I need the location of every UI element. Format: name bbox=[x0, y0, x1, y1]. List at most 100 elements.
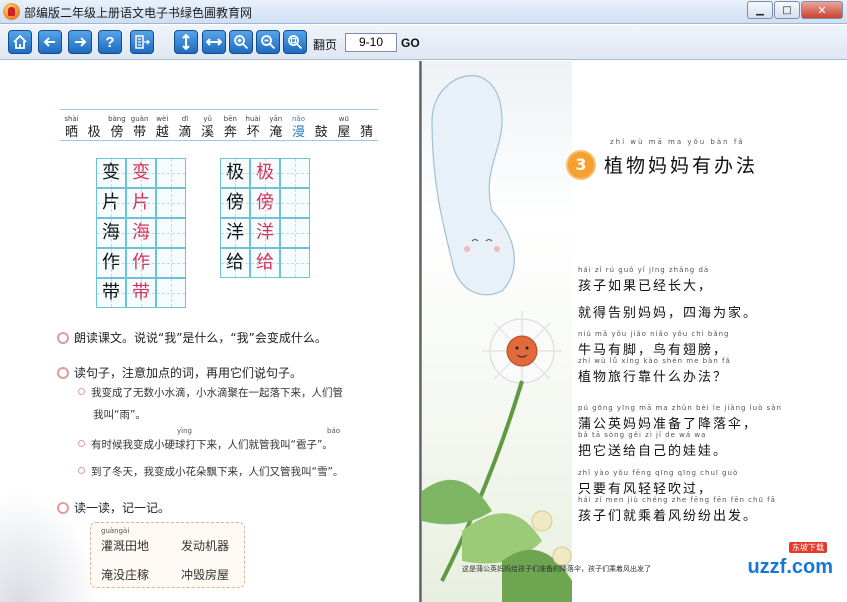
minimize-button[interactable]: ▁ bbox=[747, 1, 773, 19]
grid-cell bbox=[156, 188, 186, 218]
poem-line-pinyin: hái zǐ rú guǒ yǐ jīng zhǎng dà bbox=[578, 266, 710, 274]
vocabulary-box: guàngài 灌溉田地 发动机器 淹没庄稼 冲毁房屋 bbox=[90, 522, 245, 588]
window-controls: ▁ □ ✕ bbox=[747, 1, 843, 19]
lesson-number-badge: 3 bbox=[566, 150, 596, 180]
new-character: bàng 傍 bbox=[105, 114, 128, 142]
new-character: yǔ 溪 bbox=[196, 114, 219, 142]
poem-line-pinyin: niú mǎ yǒu jiǎo niǎo yǒu chì bǎng bbox=[578, 330, 730, 338]
minimize-icon: ▁ bbox=[756, 4, 764, 16]
poem-line: 孩子们就乘着风纷纷出发。 bbox=[578, 509, 759, 524]
character-pinyin bbox=[310, 114, 333, 124]
practice-character: 变 bbox=[132, 162, 150, 183]
poem-line: 植物旅行靠什么办法？ bbox=[578, 370, 729, 385]
character-glyph: 漫 bbox=[291, 125, 305, 140]
go-button[interactable]: GO bbox=[401, 36, 420, 50]
prev-page-button[interactable] bbox=[38, 30, 62, 54]
help-icon: ? bbox=[105, 33, 115, 51]
zoom-out-button[interactable] bbox=[256, 30, 280, 54]
export-icon bbox=[135, 35, 150, 49]
home-icon bbox=[13, 34, 27, 49]
character-glyph: 晒 bbox=[64, 125, 78, 140]
character-pinyin: guàn bbox=[130, 115, 149, 123]
new-character: dī 滴 bbox=[174, 114, 197, 142]
poem-line: 蒲公英妈妈准备了降落伞， bbox=[578, 417, 759, 432]
practice-character: 作 bbox=[132, 252, 150, 273]
zoom-out-icon bbox=[261, 35, 276, 50]
practice-character: 给 bbox=[256, 252, 274, 273]
new-characters-row: shài 晒极 bàng 傍 guàn 带 wèi 越 dī 滴 yǔ 溪 bēn 奔 huài 坏 yān 淹 n… bbox=[60, 109, 378, 141]
next-page-button[interactable] bbox=[68, 30, 92, 54]
grid-cell: 傍 bbox=[250, 188, 280, 218]
title-bar: 部编版二年级上册语文电子书绿色圃教育网 ▁ □ ✕ bbox=[0, 0, 847, 24]
model-character: 海 bbox=[102, 222, 120, 243]
export-button[interactable] bbox=[130, 30, 154, 54]
new-character: wū 屋 bbox=[332, 114, 355, 142]
grid-cell: 洋 bbox=[220, 218, 250, 248]
task-1: 朗读课文。说说“我”是什么，“我”会变成什么。 bbox=[57, 329, 327, 346]
maximize-button[interactable]: □ bbox=[774, 1, 800, 19]
practice-character: 带 bbox=[132, 282, 150, 303]
window-title: 部编版二年级上册语文电子书绿色圃教育网 bbox=[24, 6, 253, 20]
watermark-badge: 东坡下载 bbox=[789, 542, 827, 553]
task-3-text: 读一读，记一记。 bbox=[74, 501, 171, 515]
model-character: 片 bbox=[102, 192, 120, 213]
poem-line: 就得告别妈妈，四海为家。 bbox=[578, 306, 759, 321]
grid-cell: 作 bbox=[96, 248, 126, 278]
model-character: 极 bbox=[226, 162, 244, 183]
zoom-in-button[interactable] bbox=[229, 30, 253, 54]
page-label: 翻页 bbox=[313, 38, 338, 52]
right-page[interactable]: zhí wù mā ma yǒu bàn fǎ 3 植物妈妈有办法 hái zǐ… bbox=[422, 61, 847, 602]
grid-cell: 作 bbox=[126, 248, 156, 278]
character-pinyin bbox=[83, 114, 106, 124]
site-watermark: 东坡下载 uzzf.com bbox=[723, 542, 833, 578]
character-pinyin: dī bbox=[181, 115, 189, 123]
grid-cell bbox=[156, 158, 186, 188]
task-bullet-icon bbox=[57, 332, 69, 344]
pinyin-ju: jù bbox=[257, 373, 264, 381]
character-glyph: 淹 bbox=[269, 125, 283, 140]
grid-cell: 海 bbox=[126, 218, 156, 248]
poem-line-pinyin: pú gōng yīng mā ma zhǔn bèi le jiàng luò… bbox=[578, 404, 782, 412]
page-number-input[interactable]: 9-10 bbox=[345, 33, 397, 52]
dandelion-illustration bbox=[422, 75, 572, 602]
character-pinyin: yǔ bbox=[203, 115, 212, 123]
character-glyph: 溪 bbox=[201, 125, 215, 140]
character-pinyin: bēn bbox=[223, 115, 237, 123]
model-character: 作 bbox=[102, 252, 120, 273]
new-character: guàn 带 bbox=[128, 114, 151, 142]
grid-cell: 带 bbox=[126, 278, 156, 308]
task-bullet-icon bbox=[57, 367, 69, 379]
home-button[interactable] bbox=[8, 30, 32, 54]
character-glyph: 猜 bbox=[360, 125, 374, 140]
fit-height-icon bbox=[182, 34, 190, 50]
close-button[interactable]: ✕ bbox=[801, 1, 843, 19]
new-character: huài 坏 bbox=[242, 114, 265, 142]
character-glyph: 坏 bbox=[246, 125, 260, 140]
sentence-3-text: 到了冬天，我变成小花朵飘下来，人们又管我叫“雪”。 bbox=[91, 466, 344, 478]
character-glyph: 极 bbox=[87, 125, 101, 140]
grid-cell: 片 bbox=[126, 188, 156, 218]
toolbar: ? 翻页 9-10 GO bbox=[0, 25, 847, 60]
fit-width-button[interactable] bbox=[202, 30, 226, 54]
left-page[interactable]: shài 晒极 bàng 傍 guàn 带 wèi 越 dī 滴 yǔ 溪 bēn 奔 huài 坏 yān 淹 n… bbox=[0, 61, 420, 602]
sentence-bullet-icon bbox=[78, 388, 85, 395]
model-character: 给 bbox=[226, 252, 244, 273]
vocab-item: 冲毁房屋 bbox=[181, 568, 230, 582]
poem-line-pinyin: hái zǐ men jiù chéng zhe fēng fēn fēn ch… bbox=[578, 496, 776, 504]
zoom-reset-button[interactable] bbox=[283, 30, 307, 54]
sentence-bullet-icon bbox=[78, 467, 85, 474]
grid-cell: 极 bbox=[220, 158, 250, 188]
arrow-left-icon bbox=[43, 37, 55, 47]
practice-character: 海 bbox=[132, 222, 150, 243]
new-character: wèi 越 bbox=[151, 114, 174, 142]
poem-line: 孩子如果已经长大， bbox=[578, 279, 714, 294]
lesson-title-pinyin: zhí wù mā ma yǒu bàn fǎ bbox=[610, 138, 745, 146]
practice-character: 洋 bbox=[256, 222, 274, 243]
help-button[interactable]: ? bbox=[98, 30, 122, 54]
task-2-text: 读句子，注意加点的词，再用它们说句子。 bbox=[74, 366, 303, 380]
character-glyph: 越 bbox=[155, 125, 169, 140]
vocab-item: 淹没庄稼 bbox=[101, 568, 150, 582]
character-glyph: 滴 bbox=[178, 125, 192, 140]
grid-cell: 片 bbox=[96, 188, 126, 218]
fit-height-button[interactable] bbox=[174, 30, 198, 54]
